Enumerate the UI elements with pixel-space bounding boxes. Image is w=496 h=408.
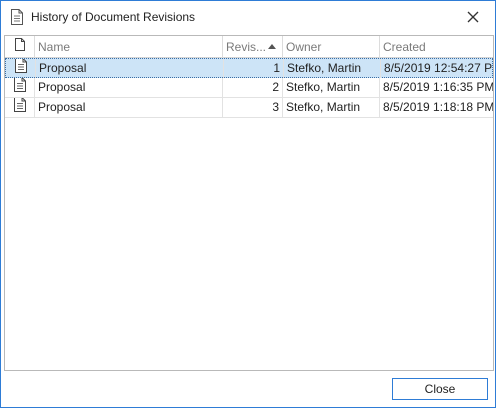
document-icon xyxy=(13,78,26,97)
row-name: Proposal xyxy=(36,59,224,78)
column-header-revision-label: Revis... xyxy=(226,40,267,54)
column-header-created[interactable]: Created xyxy=(380,36,493,58)
column-header-owner[interactable]: Owner xyxy=(283,36,380,58)
row-owner: Stefko, Martin xyxy=(284,59,381,78)
row-icon-cell xyxy=(6,59,36,78)
dialog-title: History of Document Revisions xyxy=(31,10,196,24)
table-row[interactable]: Proposal 2 Stefko, Martin 8/5/2019 1:16:… xyxy=(5,78,493,98)
row-icon-cell xyxy=(5,98,35,117)
row-owner: Stefko, Martin xyxy=(283,78,380,97)
row-created: 8/5/2019 1:18:18 PM xyxy=(383,100,493,114)
close-icon[interactable] xyxy=(459,5,487,29)
document-icon xyxy=(13,98,26,117)
title-bar[interactable]: History of Document Revisions xyxy=(1,1,495,33)
column-header-icon[interactable] xyxy=(5,36,35,58)
row-created: 8/5/2019 1:16:35 PM xyxy=(383,80,493,94)
table-row[interactable]: Proposal 3 Stefko, Martin 8/5/2019 1:18:… xyxy=(5,98,493,118)
column-header-revision[interactable]: Revis... xyxy=(223,36,283,58)
close-button[interactable]: Close xyxy=(392,378,488,400)
row-name: Proposal xyxy=(35,78,223,97)
row-icon-cell xyxy=(5,78,35,97)
row-owner: Stefko, Martin xyxy=(283,98,380,117)
row-revision: 3 xyxy=(223,98,283,117)
column-header-name[interactable]: Name xyxy=(35,36,223,58)
table-row[interactable]: Proposal 1 Stefko, Martin 8/5/2019 12:54… xyxy=(5,58,493,78)
document-icon xyxy=(14,36,25,58)
grid-header: Name Revis... Owner Created xyxy=(5,36,493,58)
row-revision: 1 xyxy=(224,59,284,78)
row-name: Proposal xyxy=(35,98,223,117)
row-created: 8/5/2019 12:54:27 PM xyxy=(384,61,494,75)
sort-ascending-icon xyxy=(268,44,276,49)
row-revision: 2 xyxy=(223,78,283,97)
document-icon xyxy=(14,59,27,78)
document-icon xyxy=(11,9,23,25)
revisions-grid[interactable]: Name Revis... Owner Created Proposal 1 S… xyxy=(4,35,494,371)
revision-history-dialog: History of Document Revisions Name Revis… xyxy=(0,0,496,408)
